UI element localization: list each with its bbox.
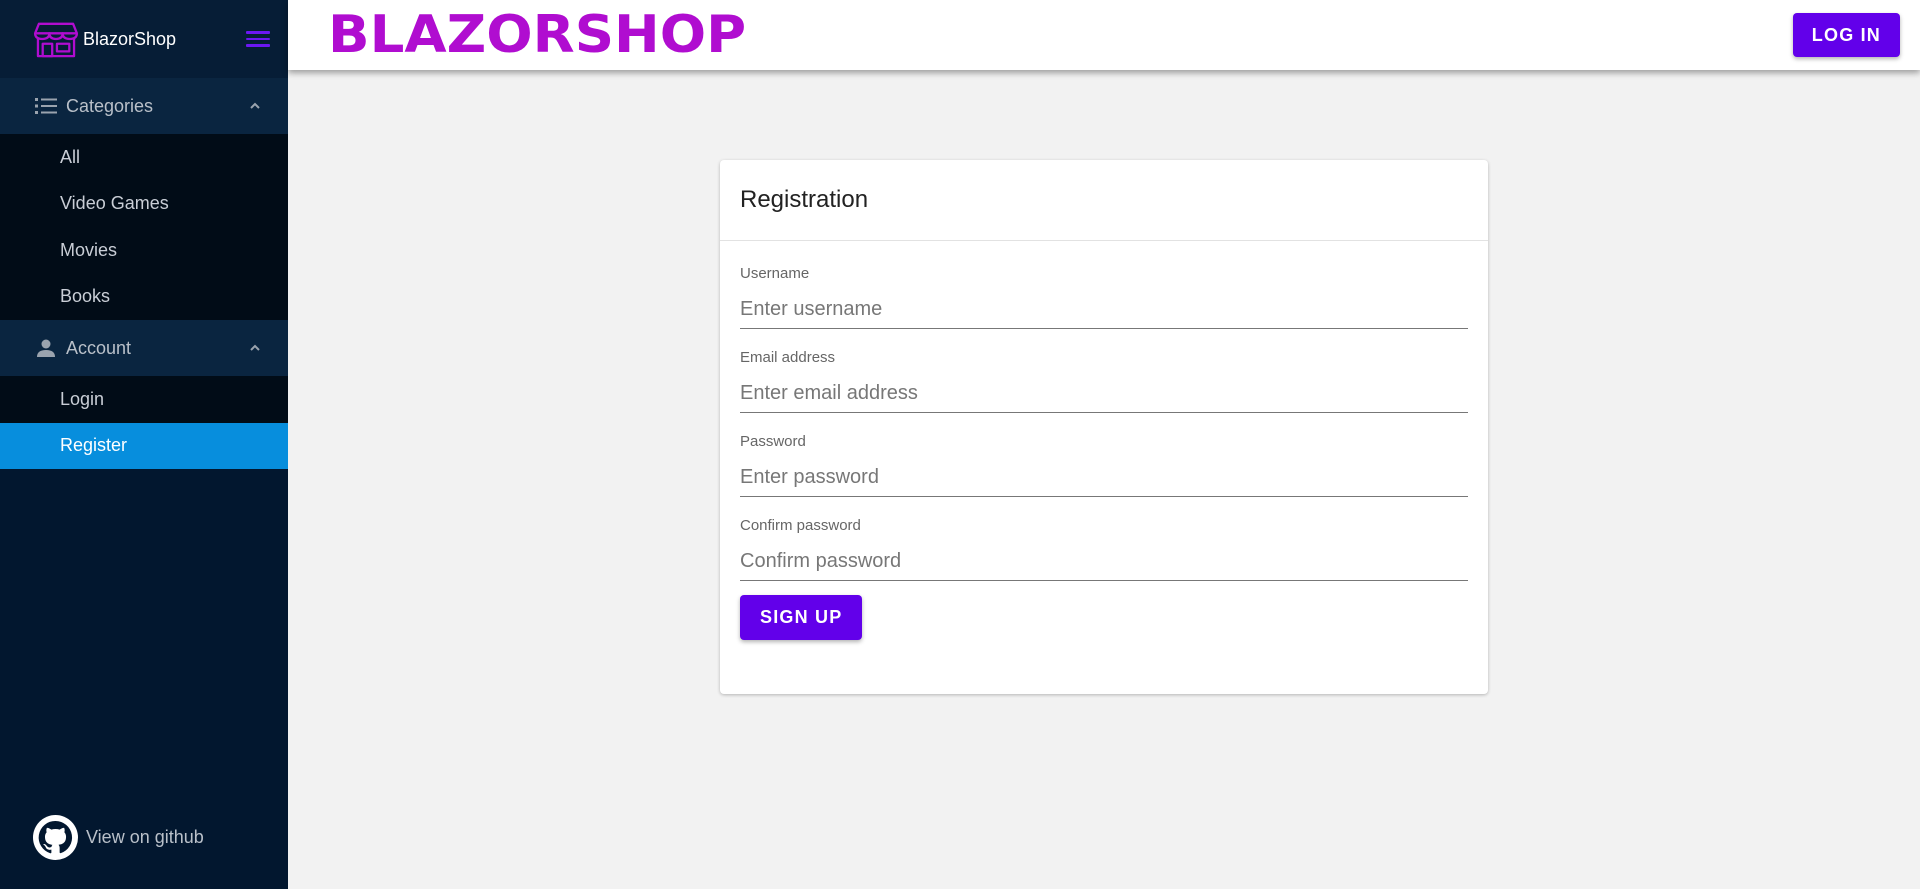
card-title: Registration xyxy=(720,160,1488,241)
sidebar-item-books[interactable]: Books xyxy=(0,274,288,321)
categories-list: All Video Games Movies Books xyxy=(0,134,288,320)
email-label: Email address xyxy=(740,349,836,366)
password-field-group: Password xyxy=(740,433,1468,497)
sidebar-brand: BlazorShop xyxy=(0,0,288,78)
registration-form: Username Email address Password Confirm … xyxy=(720,241,1488,640)
sidebar-item-movies[interactable]: Movies xyxy=(0,227,288,274)
chevron-up-icon xyxy=(250,102,260,109)
shop-storefront-icon xyxy=(33,22,79,58)
nav-group-account[interactable]: Account xyxy=(0,320,288,376)
account-list: Login Register xyxy=(0,376,288,469)
password-input[interactable] xyxy=(740,459,1468,497)
brand-name: BlazorShop xyxy=(83,28,177,49)
username-label: Username xyxy=(740,265,810,282)
nav-group-label: Categories xyxy=(66,95,154,116)
nav-group-label: Account xyxy=(66,337,132,358)
registration-card: Registration Username Email address Pass… xyxy=(720,160,1488,694)
confirm-password-field-group: Confirm password xyxy=(740,517,1468,581)
sign-up-button[interactable]: SIGN UP xyxy=(740,595,863,640)
email-field-group: Email address xyxy=(740,349,1468,413)
username-field-group: Username xyxy=(740,265,1468,329)
sidebar-item-login[interactable]: Login xyxy=(0,376,288,423)
sidebar-item-register[interactable]: Register xyxy=(0,422,288,469)
menu-toggle-icon[interactable] xyxy=(246,27,270,51)
person-icon xyxy=(34,336,58,360)
sidebar-item-all[interactable]: All xyxy=(0,134,288,181)
password-label: Password xyxy=(740,433,806,450)
confirm-password-input[interactable] xyxy=(740,543,1468,581)
email-input[interactable] xyxy=(740,375,1468,413)
nav-group-categories[interactable]: Categories xyxy=(0,78,288,134)
sidebar-item-video-games[interactable]: Video Games xyxy=(0,181,288,228)
github-icon xyxy=(33,815,78,860)
sidebar: BlazorShop Categories All Video Games Mo… xyxy=(0,0,288,889)
top-app-bar: BLAZORSHOP LOG IN xyxy=(288,0,1920,70)
username-input[interactable] xyxy=(740,291,1468,329)
list-icon xyxy=(34,94,58,118)
header-logo[interactable]: BLAZORSHOP xyxy=(328,9,1866,61)
github-link[interactable]: View on github xyxy=(33,815,204,860)
confirm-password-label: Confirm password xyxy=(740,517,861,534)
chevron-up-icon xyxy=(250,344,260,351)
github-link-label: View on github xyxy=(86,827,204,847)
